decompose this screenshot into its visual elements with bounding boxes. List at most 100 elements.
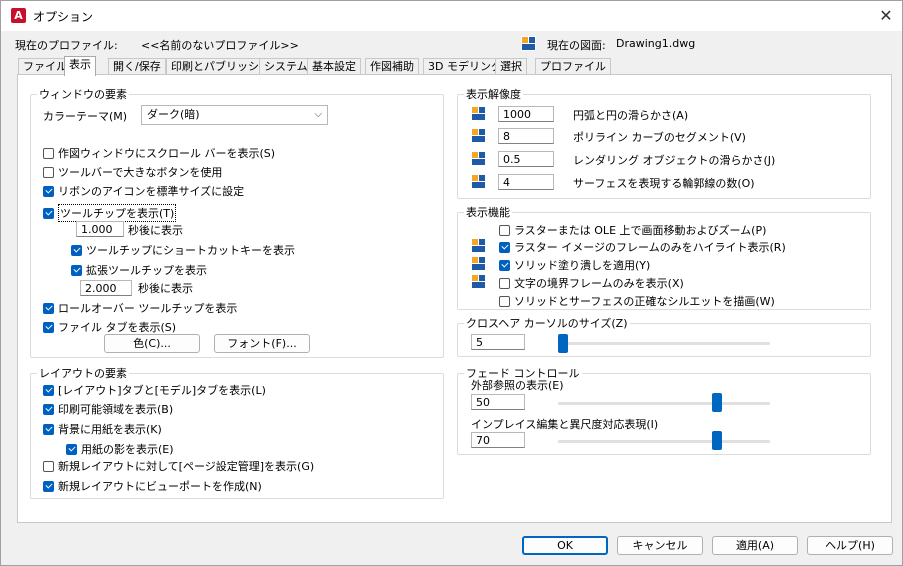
contour-lines-input[interactable]: 4 bbox=[498, 174, 554, 190]
close-icon[interactable]: ✕ bbox=[873, 5, 899, 27]
large-buttons-label: ツールバーで大きなボタンを使用 bbox=[58, 166, 223, 179]
dialog-title: オプション bbox=[33, 10, 94, 24]
drawing-setting-icon bbox=[472, 129, 485, 142]
fonts-button[interactable]: フォント(F)... bbox=[214, 334, 310, 353]
rollover-tooltips-checkbox[interactable]: ロールオーバー ツールチップを表示 bbox=[43, 300, 237, 316]
ok-button[interactable]: OK bbox=[522, 536, 608, 555]
raster-frame-highlight-checkbox[interactable]: ラスター イメージのフレームのみをハイライト表示(R) bbox=[499, 239, 786, 255]
text-boundary-label: 文字の境界フレームのみを表示(X) bbox=[514, 277, 684, 290]
checkbox-box bbox=[43, 147, 54, 159]
silhouette-label: ソリッドとサーフェスの正確なシルエットを描画(W) bbox=[514, 295, 775, 308]
printable-area-checkbox[interactable]: 印刷可能領域を表示(B) bbox=[43, 401, 173, 417]
drawing-setting-icon bbox=[472, 257, 485, 270]
inplace-fade-input[interactable]: 70 bbox=[471, 432, 525, 448]
help-button[interactable]: ヘルプ(H) bbox=[807, 536, 893, 555]
display-resolution-legend: 表示解像度 bbox=[466, 88, 521, 101]
tab-profiles[interactable]: プロファイル bbox=[535, 58, 611, 75]
polyline-segments-input[interactable]: 8 bbox=[498, 128, 554, 144]
raster-frame-highlight-label: ラスター イメージのフレームのみをハイライト表示(R) bbox=[514, 241, 786, 254]
text-boundary-checkbox[interactable]: 文字の境界フレームのみを表示(X) bbox=[499, 275, 684, 291]
display-performance-legend: 表示機能 bbox=[466, 206, 510, 219]
file-tabs-label: ファイル タブを表示(S) bbox=[58, 321, 177, 334]
options-dialog: A オプション ✕ 現在のプロファイル: <<名前のないプロファイル>> 現在の… bbox=[0, 0, 903, 566]
crosshair-size-legend: クロスヘア カーソルのサイズ(Z) bbox=[466, 317, 628, 330]
raster-ole-pan-zoom-label: ラスターまたは OLE 上で画面移動およびズーム(P) bbox=[514, 224, 767, 237]
create-viewport-label: 新規レイアウトにビューポートを作成(N) bbox=[58, 480, 262, 493]
silhouette-checkbox[interactable]: ソリッドとサーフェスの正確なシルエットを描画(W) bbox=[499, 293, 775, 309]
tab-user-preferences[interactable]: 基本設定 bbox=[307, 58, 361, 75]
shortcut-keys-label: ツールチップにショートカットキーを表示 bbox=[86, 244, 295, 257]
layout-model-tabs-label: [レイアウト]タブと[モデル]タブを表示(L) bbox=[58, 384, 266, 397]
checkbox-box bbox=[499, 224, 510, 236]
xref-fade-label: 外部参照の表示(E) bbox=[471, 379, 564, 392]
checkbox-box bbox=[43, 185, 54, 197]
shortcut-keys-checkbox[interactable]: ツールチップにショートカットキーを表示 bbox=[71, 242, 295, 258]
solid-fill-checkbox[interactable]: ソリッド塗り潰しを適用(Y) bbox=[499, 257, 650, 273]
show-tooltips-label: ツールチップを表示(T) bbox=[58, 204, 177, 222]
checkbox-box bbox=[499, 295, 510, 307]
tooltip-delay-input[interactable]: 1.000 bbox=[76, 221, 124, 237]
checkbox-box bbox=[66, 443, 77, 455]
window-elements-legend: ウィンドウの要素 bbox=[39, 88, 127, 101]
extended-tooltips-checkbox[interactable]: 拡張ツールチップを表示 bbox=[71, 262, 207, 278]
current-drawing-label: 現在の図面: bbox=[547, 39, 606, 52]
arc-smoothness-label: 円弧と円の滑らかさ(A) bbox=[573, 109, 689, 122]
current-profile-label: 現在のプロファイル: bbox=[15, 39, 118, 52]
color-theme-select[interactable]: ダーク(暗) ⌵ bbox=[141, 105, 328, 125]
layout-elements-legend: レイアウトの要素 bbox=[39, 367, 127, 380]
color-theme-label: カラーテーマ(M) bbox=[43, 110, 128, 123]
crosshair-size-input[interactable]: 5 bbox=[471, 334, 525, 350]
colors-button[interactable]: 色(C)... bbox=[104, 334, 200, 353]
file-tabs-checkbox[interactable]: ファイル タブを表示(S) bbox=[43, 319, 176, 335]
scrollbar-label: 作図ウィンドウにスクロール バーを表示(S) bbox=[58, 147, 276, 160]
ribbon-icons-checkbox[interactable]: リボンのアイコンを標準サイズに設定 bbox=[43, 183, 244, 199]
polyline-segments-label: ポリライン カーブのセグメント(V) bbox=[573, 131, 746, 144]
checkbox-box bbox=[43, 207, 54, 219]
inplace-fade-slider-track bbox=[558, 440, 770, 443]
tab-display[interactable]: 表示 bbox=[64, 56, 96, 76]
render-smoothness-input[interactable]: 0.5 bbox=[498, 151, 554, 167]
contour-lines-label: サーフェスを表現する輪郭線の数(O) bbox=[573, 177, 755, 190]
crosshair-slider-track bbox=[558, 342, 770, 345]
checkbox-box bbox=[43, 321, 54, 333]
render-smoothness-label: レンダリング オブジェクトの滑らかさ(J) bbox=[573, 154, 776, 167]
cancel-button[interactable]: キャンセル bbox=[617, 536, 703, 555]
apply-button[interactable]: 適用(A) bbox=[712, 536, 798, 555]
raster-ole-pan-zoom-checkbox[interactable]: ラスターまたは OLE 上で画面移動およびズーム(P) bbox=[499, 222, 766, 238]
chevron-down-icon: ⌵ bbox=[314, 109, 322, 120]
drawing-setting-icon bbox=[472, 107, 485, 120]
extended-delay-input[interactable]: 2.000 bbox=[80, 280, 132, 296]
checkbox-box bbox=[43, 384, 54, 396]
tab-selection[interactable]: 選択 bbox=[495, 58, 527, 75]
arc-smoothness-input[interactable]: 1000 bbox=[498, 106, 554, 122]
tab-system[interactable]: システム bbox=[259, 58, 313, 75]
drawing-file-icon bbox=[521, 36, 536, 51]
paper-shadow-checkbox[interactable]: 用紙の影を表示(E) bbox=[66, 441, 174, 457]
tab-open-save[interactable]: 開く/保存 bbox=[108, 58, 166, 75]
tab-drafting[interactable]: 作図補助 bbox=[365, 58, 419, 75]
show-tooltips-checkbox[interactable]: ツールチップを表示(T) bbox=[43, 204, 177, 222]
large-buttons-checkbox[interactable]: ツールバーで大きなボタンを使用 bbox=[43, 164, 222, 180]
scrollbar-checkbox[interactable]: 作図ウィンドウにスクロール バーを表示(S) bbox=[43, 145, 275, 161]
checkbox-box bbox=[71, 244, 82, 256]
checkbox-box bbox=[43, 480, 54, 492]
layout-model-tabs-checkbox[interactable]: [レイアウト]タブと[モデル]タブを表示(L) bbox=[43, 382, 266, 398]
rollover-tooltips-label: ロールオーバー ツールチップを表示 bbox=[58, 302, 238, 315]
xref-fade-input[interactable]: 50 bbox=[471, 394, 525, 410]
paper-background-checkbox[interactable]: 背景に用紙を表示(K) bbox=[43, 421, 162, 437]
inplace-fade-slider-thumb[interactable] bbox=[712, 431, 722, 450]
create-viewport-checkbox[interactable]: 新規レイアウトにビューポートを作成(N) bbox=[43, 478, 262, 494]
crosshair-slider-thumb[interactable] bbox=[558, 334, 568, 353]
current-profile-value: <<名前のないプロファイル>> bbox=[141, 39, 299, 52]
checkbox-box bbox=[499, 259, 510, 271]
checkbox-box bbox=[43, 423, 54, 435]
title-bar: A オプション ✕ bbox=[1, 1, 902, 31]
xref-fade-slider-track bbox=[558, 402, 770, 405]
printable-area-label: 印刷可能領域を表示(B) bbox=[58, 403, 174, 416]
drawing-setting-icon bbox=[472, 239, 485, 252]
drawing-setting-icon bbox=[472, 175, 485, 188]
xref-fade-slider-thumb[interactable] bbox=[712, 393, 722, 412]
page-setup-manager-checkbox[interactable]: 新規レイアウトに対して[ページ設定管理]を表示(G) bbox=[43, 458, 314, 474]
solid-fill-label: ソリッド塗り潰しを適用(Y) bbox=[514, 259, 651, 272]
checkbox-box bbox=[499, 241, 510, 253]
